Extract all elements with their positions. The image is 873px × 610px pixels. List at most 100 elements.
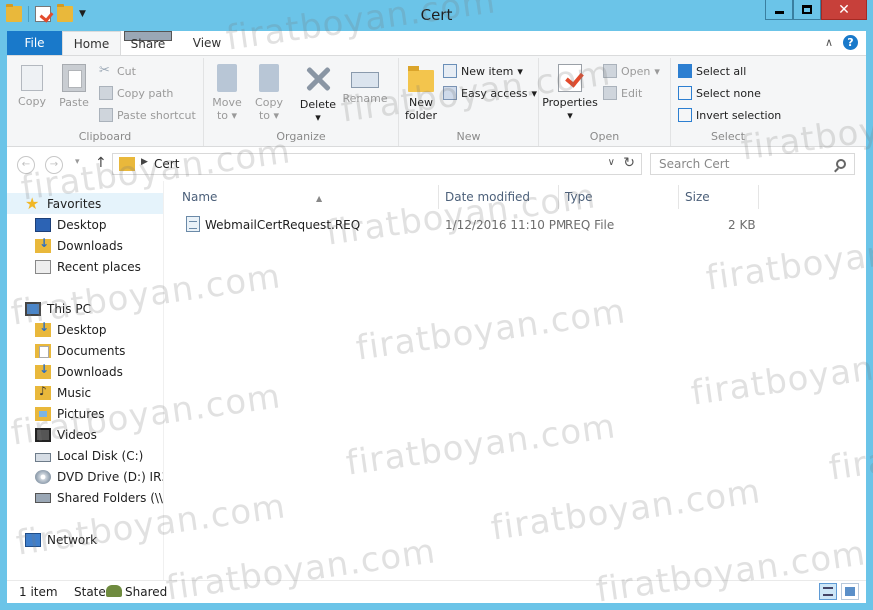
- invert-selection-label: Invert selection: [696, 108, 782, 122]
- tab-home[interactable]: Home: [62, 31, 121, 55]
- move-to-button[interactable]: Move to ▾: [208, 62, 246, 122]
- item-count: 1 item: [19, 585, 58, 599]
- details-view-icon: [823, 587, 833, 596]
- breadcrumb-chevron-icon[interactable]: ▶: [141, 157, 148, 167]
- delete-dropdown-icon: ▾: [315, 111, 321, 124]
- column-header-size[interactable]: Size: [679, 185, 759, 209]
- search-icon[interactable]: [836, 159, 846, 169]
- tree-item-pc-desktop[interactable]: Desktop: [35, 319, 107, 340]
- tab-view[interactable]: View: [185, 31, 229, 55]
- back-button[interactable]: ←: [17, 156, 35, 174]
- tree-item-desktop[interactable]: Desktop: [35, 214, 107, 235]
- close-icon: ✕: [838, 1, 850, 18]
- window-controls: ✕: [765, 0, 867, 20]
- column-header-type[interactable]: Type: [559, 185, 679, 209]
- rename-icon: [351, 72, 379, 88]
- up-button[interactable]: ↑: [95, 155, 107, 171]
- close-button[interactable]: ✕: [821, 0, 867, 20]
- minimize-ribbon-chevron-icon[interactable]: ∧: [825, 36, 833, 49]
- tree-label: Shared Folders (\\vn: [57, 490, 163, 505]
- copy-button[interactable]: Copy: [13, 62, 51, 108]
- delete-label: Delete: [299, 98, 337, 111]
- tree-network[interactable]: Network: [25, 529, 97, 550]
- properties-button[interactable]: Properties ▾: [541, 62, 599, 122]
- new-folder-button[interactable]: New folder: [401, 62, 441, 122]
- cut-button[interactable]: ✂ Cut: [99, 64, 136, 78]
- file-size: 2 KB: [728, 218, 756, 232]
- paste-button[interactable]: Paste: [55, 62, 93, 109]
- easy-access-label: Easy access: [461, 86, 528, 100]
- address-bar[interactable]: ▶ Cert ∨ ↻: [112, 153, 642, 175]
- copy-to-button[interactable]: Copy to ▾: [250, 62, 288, 122]
- refresh-icon[interactable]: ↻: [623, 155, 635, 171]
- navigation-pane[interactable]: ★ Favorites Desktop Downloads Recent pla…: [7, 181, 163, 580]
- tree-item-documents[interactable]: Documents: [35, 340, 125, 361]
- tree-label: Local Disk (C:): [57, 448, 144, 463]
- cut-label: Cut: [117, 64, 136, 78]
- new-item-icon: [443, 64, 457, 78]
- minimize-button[interactable]: [765, 0, 793, 20]
- large-icons-view-button[interactable]: [841, 583, 859, 600]
- address-dropdown-chevron-icon[interactable]: ∨: [608, 157, 615, 168]
- invert-selection-button[interactable]: Invert selection: [678, 108, 781, 122]
- copy-icon: [21, 65, 43, 91]
- tree-item-shared-folders[interactable]: Shared Folders (\\vn: [35, 487, 163, 508]
- tree-item-downloads[interactable]: Downloads: [35, 235, 123, 256]
- search-input[interactable]: Search Cert: [659, 157, 729, 171]
- open-group: Properties ▾ Open ▾ Edit Open: [539, 58, 671, 146]
- easy-access-button[interactable]: Easy access ▾: [443, 86, 537, 100]
- breadcrumb-cert[interactable]: Cert: [154, 157, 179, 171]
- dvd-icon: [35, 469, 51, 484]
- tree-item-videos[interactable]: Videos: [35, 424, 97, 445]
- delete-button[interactable]: Delete ▾: [298, 62, 338, 124]
- tree-label: DVD Drive (D:) IR3_S: [57, 469, 163, 484]
- copy-to-label-1: Copy: [255, 96, 283, 109]
- new-item-button[interactable]: New item ▾: [443, 64, 523, 78]
- copy-label: Copy: [18, 95, 46, 108]
- tree-item-dvd-drive[interactable]: DVD Drive (D:) IR3_S: [35, 466, 163, 487]
- column-header-name[interactable]: Name ▲: [176, 185, 439, 209]
- open-button[interactable]: Open ▾: [603, 64, 660, 78]
- back-arrow-icon: ←: [21, 159, 31, 170]
- open-dropdown-icon: ▾: [654, 64, 660, 78]
- tree-favorites[interactable]: ★ Favorites: [7, 193, 163, 214]
- search-box[interactable]: Search Cert: [650, 153, 855, 175]
- window-title: Cert: [420, 6, 453, 24]
- file-list[interactable]: Name ▲ Date modified Type Size WebmailCe…: [163, 181, 866, 580]
- edit-button[interactable]: Edit: [603, 86, 642, 100]
- pictures-icon: [35, 406, 51, 421]
- select-all-icon: [678, 64, 692, 78]
- file-row[interactable]: WebmailCertRequest.REQ 1/12/2016 11:10 P…: [182, 214, 762, 236]
- title-bar[interactable]: ▼ Cert ✕: [0, 0, 873, 31]
- tree-item-local-disk[interactable]: Local Disk (C:): [35, 445, 143, 466]
- sort-ascending-icon: ▲: [316, 194, 323, 203]
- properties-check-icon: [558, 64, 582, 92]
- paste-shortcut-button[interactable]: Paste shortcut: [99, 108, 196, 122]
- users-icon: [106, 585, 122, 597]
- new-item-dropdown-icon: ▾: [517, 64, 523, 78]
- copy-path-button[interactable]: Copy path: [99, 86, 173, 100]
- forward-button[interactable]: →: [45, 156, 63, 174]
- tree-item-pictures[interactable]: Pictures: [35, 403, 105, 424]
- tree-item-pc-downloads[interactable]: Downloads: [35, 361, 123, 382]
- tree-this-pc[interactable]: This PC: [25, 298, 91, 319]
- new-group: New folder New item ▾ Easy access ▾ New: [399, 58, 539, 146]
- rename-button[interactable]: Rename: [342, 62, 388, 105]
- select-all-button[interactable]: Select all: [678, 64, 746, 78]
- easy-access-dropdown-icon: ▾: [531, 86, 538, 100]
- help-icon[interactable]: ?: [843, 35, 858, 50]
- recent-locations-chevron-icon[interactable]: ▾: [75, 157, 80, 167]
- select-none-button[interactable]: Select none: [678, 86, 761, 100]
- delete-x-icon: [302, 62, 334, 94]
- tree-item-music[interactable]: Music: [35, 382, 91, 403]
- ribbon: Copy Paste ✂ Cut Copy path Paste shortcu…: [7, 55, 866, 147]
- clipboard-group: Copy Paste ✂ Cut Copy path Paste shortcu…: [7, 58, 204, 146]
- tree-item-recent-places[interactable]: Recent places: [35, 256, 141, 277]
- organize-group: Move to ▾ Copy to ▾ Delete ▾ Rename Orga…: [204, 58, 399, 146]
- details-view-button[interactable]: [819, 583, 837, 600]
- maximize-button[interactable]: [793, 0, 821, 20]
- copy-path-label: Copy path: [117, 86, 174, 100]
- tab-file[interactable]: File: [7, 31, 62, 55]
- column-header-date-modified[interactable]: Date modified: [439, 185, 559, 209]
- tab-share[interactable]: Share: [124, 31, 172, 51]
